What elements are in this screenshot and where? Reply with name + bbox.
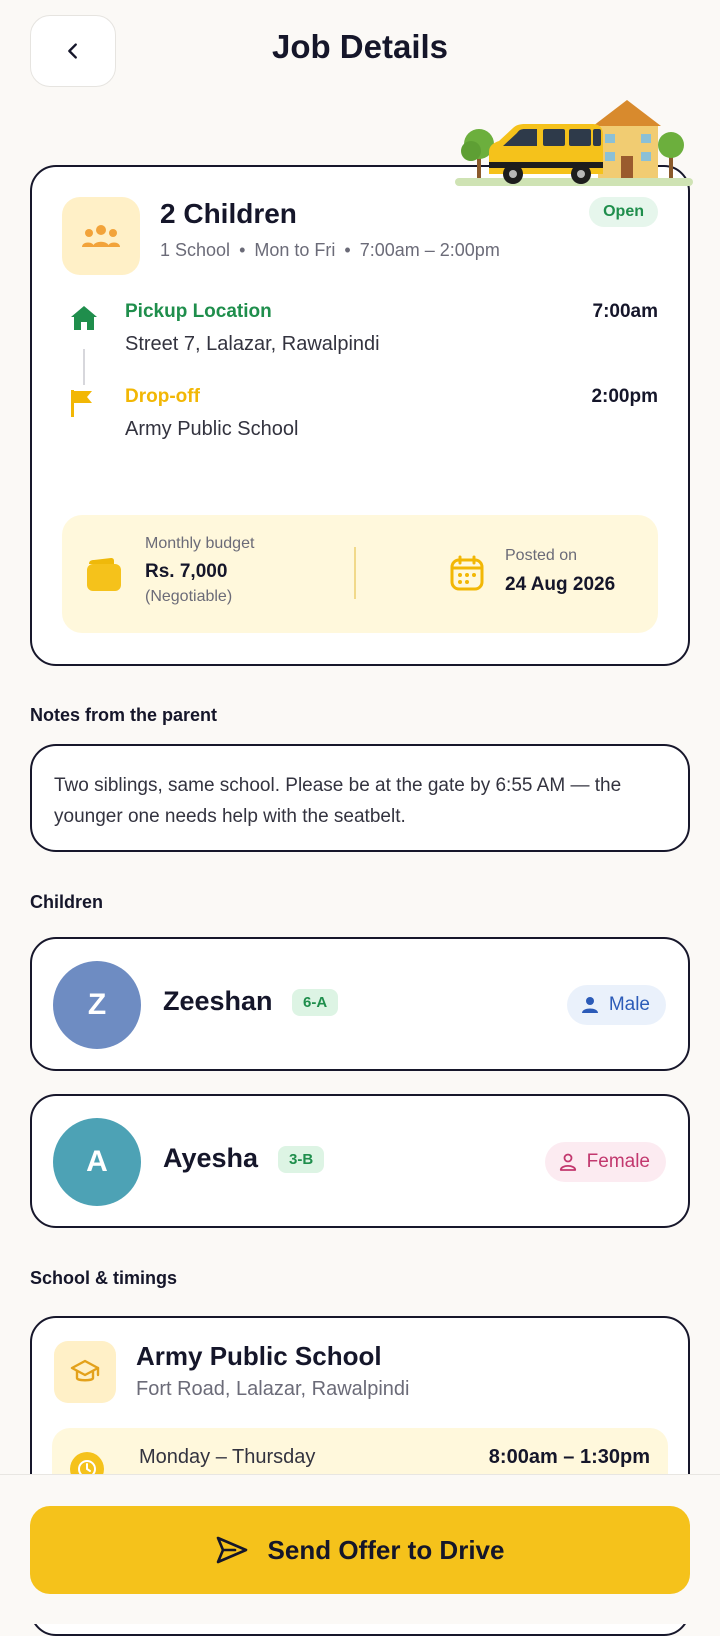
notes-heading: Notes from the parent	[30, 705, 218, 725]
user-icon	[581, 997, 598, 1013]
job-summary-card: 2 Children 1 School • Mon to Fri • 7:00am – …	[30, 165, 690, 666]
route-connector	[83, 349, 85, 385]
flag-icon	[71, 390, 92, 417]
budget-caption: Monthly budget	[145, 535, 255, 552]
school-name: Army Public School	[136, 1341, 382, 1371]
avatar: A	[53, 1118, 141, 1206]
user-outline-icon	[559, 1153, 576, 1171]
gender-badge: Male	[566, 985, 666, 1025]
school-heading: School & timings	[30, 1268, 178, 1288]
child-card[interactable]: A Ayesha 3-B Female	[30, 1094, 690, 1228]
timing-days: Monday – Thursday	[139, 1446, 316, 1468]
van-illustration	[455, 100, 693, 186]
page-title: Job Details	[271, 28, 449, 65]
child-name: Zeeshan	[163, 986, 273, 1016]
pickup-address: Street 7, Lalazar, Rawalpindi	[125, 333, 380, 355]
child-name: Ayesha	[163, 1143, 259, 1173]
send-icon	[216, 1536, 247, 1564]
avatar: Z	[53, 961, 141, 1049]
school-address: Fort Road, Lalazar, Rawalpindi	[136, 1378, 410, 1400]
dropoff-time: 2:00pm	[591, 386, 658, 407]
class-badge: 3-B	[278, 1146, 325, 1173]
status-badge: Open	[589, 197, 658, 227]
job-title: 2 Children	[160, 198, 297, 229]
send-offer-button[interactable]: Send Offer to Drive	[30, 1506, 690, 1594]
home-icon	[71, 306, 97, 330]
budget-panel: Monthly budget Rs. 7,000 (Negotiable) Po…	[62, 515, 658, 633]
gender-label: Female	[586, 1151, 650, 1172]
children-icon	[62, 197, 140, 275]
budget-note: (Negotiable)	[145, 588, 233, 605]
child-card[interactable]: Z Zeeshan 6-A Male	[30, 937, 690, 1071]
dropoff-label: Drop-off	[125, 386, 200, 407]
class-badge: 6-A	[292, 989, 339, 1016]
send-offer-label: Send Offer to Drive	[267, 1534, 505, 1565]
schedule-days: Mon to Fri	[254, 240, 336, 260]
wallet-icon	[87, 558, 121, 591]
posted-caption: Posted on	[505, 547, 578, 564]
dropoff-address: Army Public School	[125, 418, 299, 440]
timing-hours: 8:00am – 1:30pm	[488, 1446, 650, 1468]
posted-date: 24 Aug 2026	[505, 574, 616, 595]
gender-label: Male	[608, 994, 650, 1015]
school-count: 1 School	[160, 240, 231, 260]
calendar-icon	[450, 555, 484, 591]
pickup-time: 7:00am	[592, 301, 659, 322]
children-heading: Children	[30, 892, 104, 912]
divider	[354, 547, 356, 599]
parent-notes: Two siblings, same school. Please be at …	[30, 744, 690, 852]
schedule-hours: 7:00am – 2:00pm	[359, 240, 500, 260]
budget-value: Rs. 7,000	[145, 561, 228, 582]
graduation-cap-icon	[54, 1341, 116, 1403]
bottom-action-bar: Send Offer to Drive	[0, 1474, 720, 1624]
gender-badge: Female	[544, 1142, 666, 1182]
pickup-label: Pickup Location	[125, 301, 272, 322]
job-meta: 1 School • Mon to Fri • 7:00am – 2:00pm	[160, 240, 500, 260]
